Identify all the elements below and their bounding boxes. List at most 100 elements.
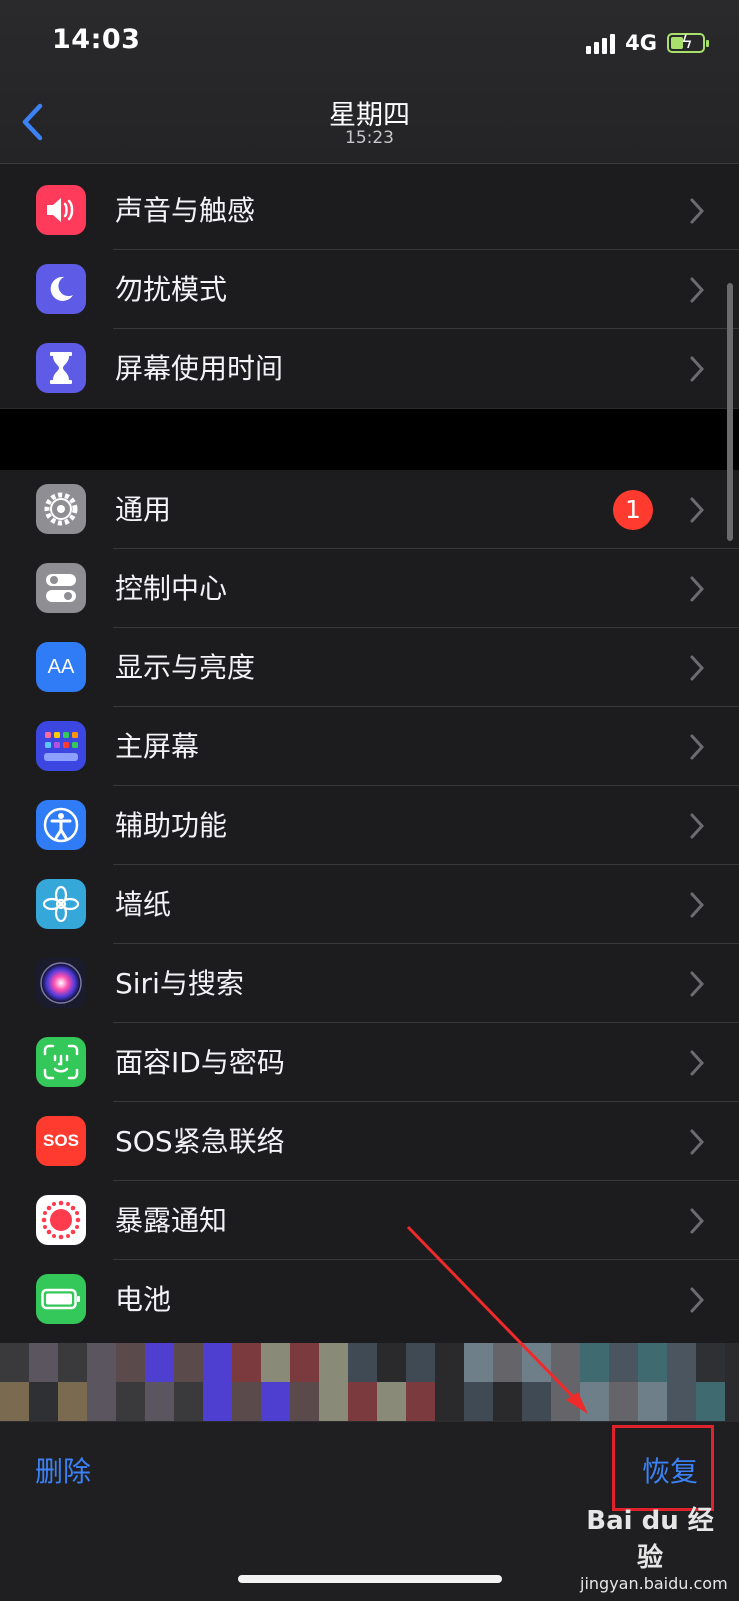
pixel-cell [261, 1343, 290, 1382]
pixel-cell [232, 1382, 261, 1421]
settings-row-label: 辅助功能 [115, 809, 228, 842]
pixel-cell [290, 1382, 319, 1421]
navigation-header: 14:03 4G ϟ 星期四 15:23 [0, 0, 739, 164]
settings-row-battery[interactable]: 电池 [0, 1260, 739, 1339]
settings-row-screen-time[interactable]: 屏幕使用时间 [0, 329, 739, 408]
settings-row-label: 勿扰模式 [115, 273, 228, 306]
pixel-cell [174, 1382, 203, 1421]
settings-row-exposure[interactable]: 暴露通知 [0, 1181, 739, 1260]
settings-row-home-screen[interactable]: 主屏幕 [0, 707, 739, 786]
chevron-right-icon [690, 198, 705, 224]
chevron-right-icon [690, 655, 705, 681]
pixel-cell [667, 1382, 696, 1421]
settings-row-label: 屏幕使用时间 [115, 352, 284, 385]
pixel-cell [145, 1382, 174, 1421]
settings-row-label: 通用 [115, 493, 172, 526]
settings-row-accessibility[interactable]: 辅助功能 [0, 786, 739, 865]
notification-badge: 1 [613, 490, 653, 530]
watermark-url: jingyan.baidu.com [580, 1574, 728, 1593]
pixel-cell [203, 1382, 232, 1421]
text-size-glyph: AA [47, 655, 75, 678]
chevron-right-icon [690, 1050, 705, 1076]
sos-glyph: SOS [43, 1131, 79, 1150]
pixel-cell [319, 1382, 348, 1421]
pixel-cell [145, 1343, 174, 1382]
pixel-cell [29, 1382, 58, 1421]
pixel-cell [116, 1343, 145, 1382]
chevron-right-icon [690, 971, 705, 997]
pixel-cell [464, 1343, 493, 1382]
settings-row-display[interactable]: AA 显示与亮度 [0, 628, 739, 707]
pixel-cell [696, 1343, 725, 1382]
pixel-cell [261, 1382, 290, 1421]
pixel-cell [406, 1343, 435, 1382]
scrollbar[interactable] [727, 283, 733, 541]
pixel-cell [609, 1382, 638, 1421]
pixel-cell [551, 1343, 580, 1382]
settings-row-general[interactable]: 通用 1 [0, 470, 739, 549]
pixelated-preview-strip [0, 1343, 739, 1421]
pixel-cell [522, 1382, 551, 1421]
chevron-right-icon [690, 813, 705, 839]
section-gap [0, 408, 739, 472]
nav-title: 星期四 [329, 100, 410, 131]
pixel-cell [232, 1343, 261, 1382]
settings-row-do-not-disturb[interactable]: 勿扰模式 [0, 250, 739, 329]
battery-charging-icon: ϟ [667, 33, 709, 53]
settings-row-label: 控制中心 [115, 572, 228, 605]
pixel-cell [551, 1382, 580, 1421]
pixel-cell [58, 1343, 87, 1382]
chevron-right-icon [690, 576, 705, 602]
settings-row-label: 主屏幕 [115, 730, 200, 763]
pixel-cell [464, 1382, 493, 1421]
pixel-cell [406, 1382, 435, 1421]
battery-icon [36, 1274, 86, 1324]
pixel-cell [174, 1343, 203, 1382]
pixel-cell [203, 1343, 232, 1382]
chevron-right-icon [690, 356, 705, 382]
delete-button[interactable]: 删除 [35, 1450, 91, 1490]
pixel-cell [435, 1382, 464, 1421]
pixel-cell [348, 1382, 377, 1421]
chevron-right-icon [690, 892, 705, 918]
settings-row-label: 显示与亮度 [115, 651, 256, 684]
pixel-cell [87, 1343, 116, 1382]
signal-icon [586, 32, 616, 54]
accessibility-icon [36, 800, 86, 850]
exposure-icon [36, 1195, 86, 1245]
home-indicator[interactable] [238, 1575, 502, 1583]
pixel-cell [319, 1343, 348, 1382]
pixel-cell [0, 1343, 29, 1382]
settings-row-label: 暴露通知 [115, 1204, 228, 1237]
settings-row-wallpaper[interactable]: 墙纸 [0, 865, 739, 944]
settings-row-siri[interactable]: Siri与搜索 [0, 944, 739, 1023]
pixel-cell [116, 1382, 145, 1421]
nav-subtitle: 15:23 [345, 128, 394, 148]
pixel-cell [580, 1382, 609, 1421]
moon-icon [36, 264, 86, 314]
pixel-cell [667, 1343, 696, 1382]
flower-icon [36, 879, 86, 929]
chevron-right-icon [690, 277, 705, 303]
annotation-highlight-box [612, 1425, 714, 1511]
baidu-watermark: Bai du 经验 jingyan.baidu.com [580, 1500, 728, 1593]
settings-row-sounds[interactable]: 声音与触感 [0, 171, 739, 250]
settings-row-label: SOS紧急联络 [115, 1125, 285, 1158]
pixel-cell [522, 1343, 551, 1382]
pixel-cell [87, 1382, 116, 1421]
pixel-cell [348, 1343, 377, 1382]
pixel-cell [377, 1382, 406, 1421]
status-time: 14:03 [52, 24, 141, 55]
settings-group-2: 通用 1 控制中心 AA 显示与亮度 主屏幕 辅助功能 墙纸 Siri与搜索 面… [0, 470, 739, 1339]
status-icons: 4G ϟ [586, 28, 709, 58]
pixel-cell [638, 1343, 667, 1382]
pixel-cell [609, 1343, 638, 1382]
settings-row-label: 墙纸 [115, 888, 172, 921]
chevron-right-icon [690, 1129, 705, 1155]
settings-row-sos[interactable]: SOS SOS紧急联络 [0, 1102, 739, 1181]
settings-row-face-id[interactable]: 面容ID与密码 [0, 1023, 739, 1102]
chevron-right-icon [690, 734, 705, 760]
pixel-cell [377, 1343, 406, 1382]
settings-row-label: 声音与触感 [115, 194, 256, 227]
settings-row-control-center[interactable]: 控制中心 [0, 549, 739, 628]
